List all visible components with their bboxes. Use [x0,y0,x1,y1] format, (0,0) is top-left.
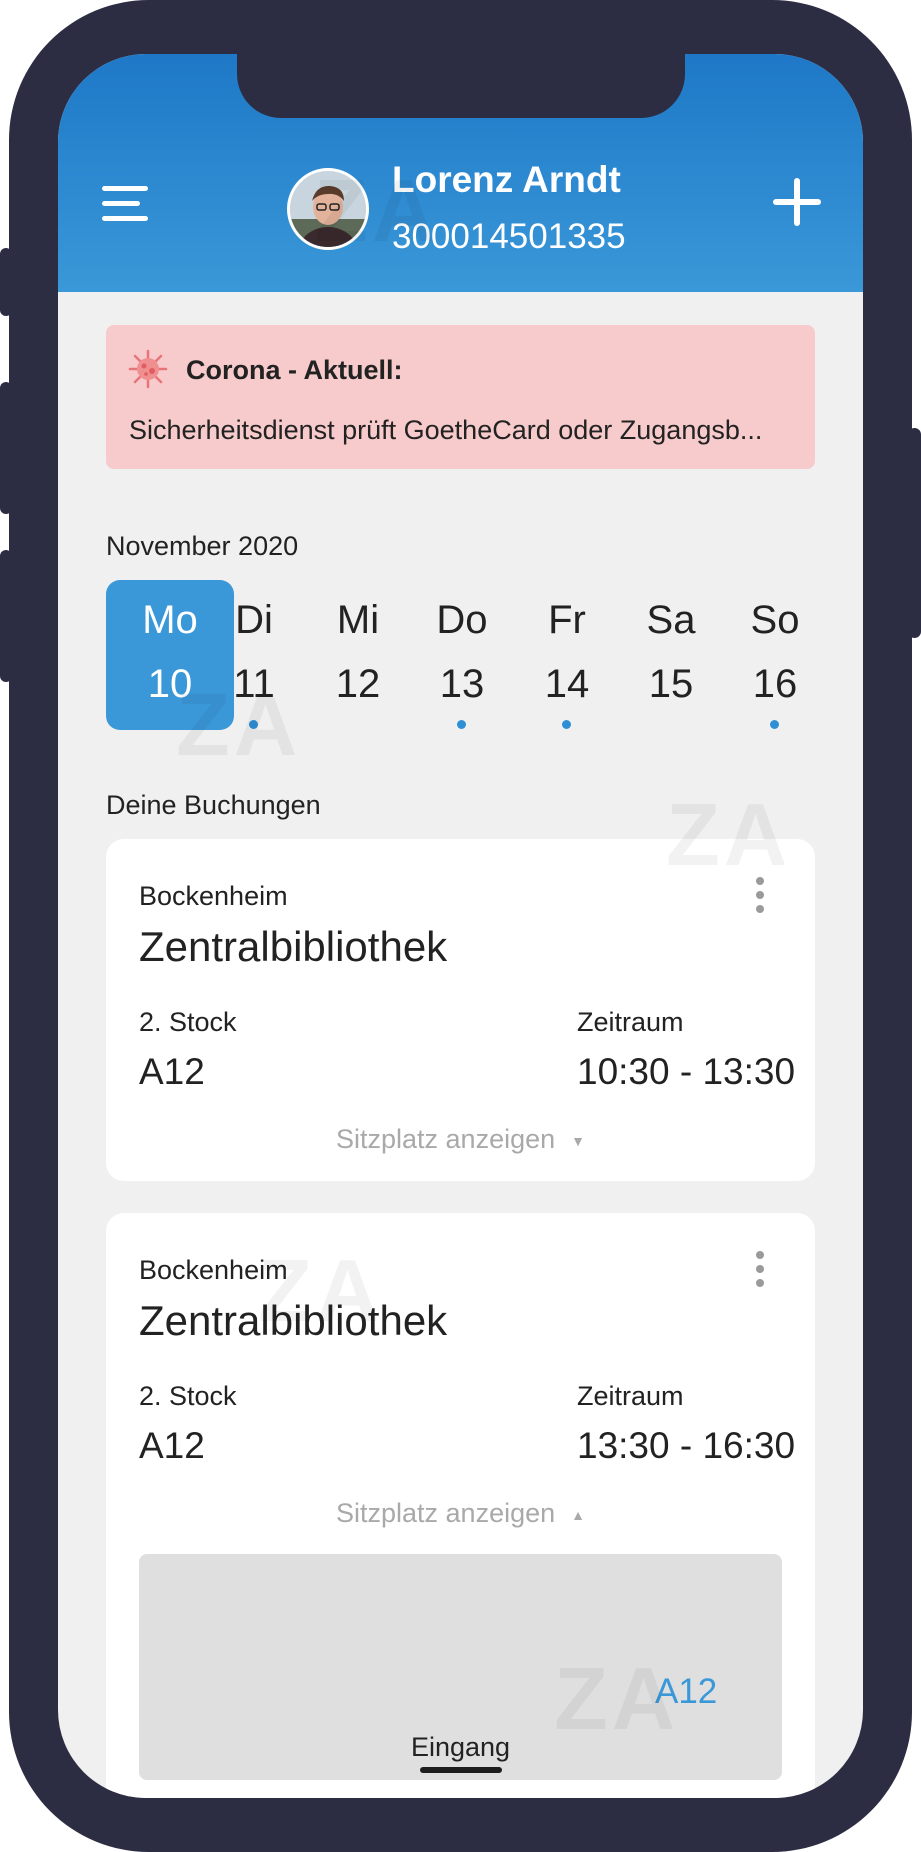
day-name: So [750,598,800,642]
booking-seat: A12 [139,1425,205,1466]
day-number: 16 [752,662,798,706]
booking-floor: 2. Stock [139,1007,237,1037]
corona-alert-banner[interactable]: Corona - Aktuell: Sicherheitsdienst prüf… [106,325,815,469]
booking-area: Bockenheim [139,881,288,911]
virus-icon [128,349,168,389]
phone-volume-down-button [0,550,12,682]
calendar-day[interactable]: So 16 [711,580,839,730]
booking-floor: 2. Stock [139,1381,237,1411]
booking-time-label: Zeitraum [577,1381,684,1411]
booking-seat: A12 [139,1051,205,1092]
phone-power-button [908,428,921,638]
show-seat-toggle[interactable]: Sitzplatz anzeigen ▲ [106,1498,815,1529]
calendar-month: November 2020 [106,531,299,561]
seat-map[interactable]: A12 Eingang [139,1554,782,1780]
app-header: Lorenz Arndt 300014501335 [58,54,863,292]
watermark: ZA [258,1241,384,1340]
booking-location: Zentralbibliothek [139,923,448,970]
show-seat-label: Sitzplatz anzeigen [336,1124,556,1154]
more-options-icon[interactable] [755,1251,765,1287]
plus-icon[interactable] [773,178,821,226]
watermark: ZA [176,675,302,774]
caret-down-icon: ▼ [571,1132,585,1149]
booking-time: 13:30 - 16:30 [577,1425,796,1466]
event-dot [562,720,571,729]
booking-card[interactable]: Bockenheim Zentralbibliothek 2. Stock A1… [106,1213,815,1798]
hamburger-menu-icon[interactable] [102,184,148,224]
home-indicator [420,1767,502,1773]
event-dot [770,720,779,729]
alert-title: Corona - Aktuell: [186,355,403,385]
app-screen: Lorenz Arndt 300014501335 Corona - Aktue… [58,54,863,1798]
watermark: ZA [666,785,792,884]
event-dot [457,720,466,729]
seat-map-entrance-label: Eingang [410,1732,511,1762]
booking-card[interactable]: Bockenheim Zentralbibliothek 2. Stock A1… [106,839,815,1181]
caret-up-icon: ▲ [571,1506,585,1523]
bookings-heading: Deine Buchungen [106,790,321,820]
phone-side-button [0,248,12,316]
alert-text: Sicherheitsdienst prüft GoetheCard oder … [129,415,763,445]
phone-notch [237,54,685,118]
booking-time-label: Zeitraum [577,1007,684,1037]
phone-volume-up-button [0,382,12,514]
watermark: ZA [314,161,440,260]
watermark: ZA [554,1649,680,1748]
show-seat-toggle[interactable]: Sitzplatz anzeigen ▼ [106,1124,815,1155]
show-seat-label: Sitzplatz anzeigen [336,1498,556,1528]
booking-time: 10:30 - 13:30 [577,1051,796,1092]
